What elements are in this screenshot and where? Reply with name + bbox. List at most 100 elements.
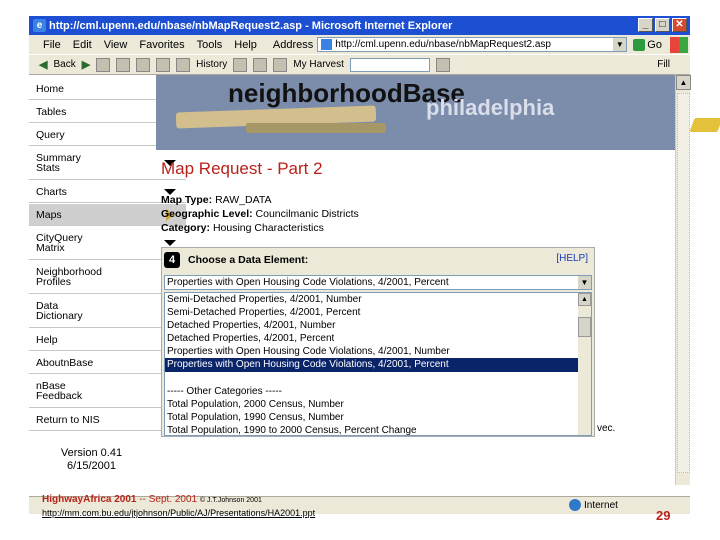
go-button[interactable]: Go (633, 38, 662, 51)
data-element-select[interactable]: Properties with Open Housing Code Violat… (164, 275, 592, 290)
menu-edit[interactable]: Edit (67, 39, 98, 51)
globe-icon (569, 499, 581, 511)
edit-icon[interactable] (273, 57, 288, 72)
window-titlebar: e http://cml.upenn.edu/nbase/nbMapReques… (29, 16, 690, 35)
close-button[interactable]: ✕ (672, 18, 687, 32)
minimize-button[interactable]: _ (638, 18, 653, 32)
version-info: Version 0.41 6/15/2001 (29, 447, 154, 473)
list-item-selected[interactable]: Properties with Open Housing Code Violat… (165, 358, 591, 372)
nav-item-data-dictionary[interactable]: Data Dictionary (29, 295, 154, 328)
scroll-up-icon[interactable]: ▲ (676, 75, 691, 90)
decorative-swoosh (689, 118, 720, 132)
back-arrow-icon[interactable]: ◀ (39, 58, 47, 71)
nav-label: Data Dictionary (36, 300, 83, 322)
browser-toolbar: ◀ Back ▶ History My Harvest Fill (29, 54, 690, 75)
address-field[interactable]: http://cml.upenn.edu/nbase/nbMapRequest2… (317, 37, 628, 52)
step-label: Choose a Data Element: (188, 253, 309, 266)
go-arrow-icon (633, 38, 646, 51)
menu-file[interactable]: File (29, 39, 67, 51)
slide-footer: HighwayAfrica 2001 -- Sept. 2001 © J.T.J… (42, 494, 262, 505)
list-item[interactable]: Semi-Detached Properties, 4/2001, Number (165, 293, 591, 306)
list-item[interactable]: Total Population, 2000 Census, Number (165, 398, 591, 411)
map-graphic-shadow (246, 123, 386, 133)
nav-item-charts[interactable]: Charts (29, 181, 154, 203)
forward-arrow-icon[interactable]: ▶ (82, 58, 90, 71)
nav-item-query[interactable]: Query (29, 124, 154, 146)
list-item[interactable]: Properties with Open Housing Code Violat… (165, 345, 591, 358)
nav-item-tables[interactable]: Tables (29, 101, 154, 123)
page-scroll-thumb[interactable] (677, 93, 690, 473)
nav-label: Maps (36, 208, 62, 221)
list-item[interactable]: Detached Properties, 4/2001, Number (165, 319, 591, 332)
ie-logo-icon: e (33, 19, 46, 32)
security-zone: Internet (569, 499, 618, 511)
harvest-label[interactable]: My Harvest (293, 59, 344, 70)
nav-item-summary-stats[interactable]: Summary Stats (29, 147, 154, 180)
menu-favorites[interactable]: Favorites (133, 39, 190, 51)
category-value: Housing Characteristics (212, 222, 324, 234)
chevron-down-icon[interactable]: ▼ (578, 276, 591, 289)
menu-view[interactable]: View (98, 39, 134, 51)
footer-copyright: © J.T.Johnson 2001 (199, 497, 262, 504)
nav-item-feedback[interactable]: nBase Feedback (29, 375, 154, 408)
mail-icon[interactable] (233, 57, 248, 72)
search-companion-icon[interactable] (435, 57, 450, 72)
site-logo-subtitle: philadelphia (426, 95, 555, 120)
windows-logo-icon (669, 36, 688, 53)
list-item[interactable]: Total Population, 1990 Census, Number (165, 411, 591, 424)
list-scrollbar[interactable]: ▲ (578, 293, 591, 435)
print-icon[interactable] (253, 57, 268, 72)
favorites-icon[interactable] (176, 57, 191, 72)
version-number: Version 0.41 (60, 447, 123, 459)
menu-bar: File Edit View Favorites Tools Help Addr… (29, 35, 690, 54)
slide-number: 29 (656, 508, 671, 523)
nav-item-return-nis[interactable]: Return to NIS (29, 409, 154, 431)
history-label[interactable]: History (196, 59, 227, 70)
trailing-text: vec. (597, 423, 616, 434)
refresh-icon[interactable] (116, 57, 131, 72)
nav-label: Return to NIS (36, 413, 100, 426)
data-element-list[interactable]: Semi-Detached Properties, 4/2001, Number… (164, 292, 592, 436)
nav-label: AboutnBase (36, 356, 94, 369)
nav-label: Neighborhood Profiles (36, 266, 102, 288)
geo-level-value: Councilmanic Districts (255, 208, 359, 220)
maximize-button[interactable]: □ (655, 18, 670, 32)
search-icon[interactable] (156, 57, 171, 72)
nav-item-help[interactable]: Help (29, 329, 154, 351)
fill-label[interactable]: Fill (657, 59, 670, 70)
harvest-field[interactable] (349, 57, 430, 72)
nav-item-home[interactable]: Home (29, 78, 154, 100)
footer-date: -- Sept. 2001 (139, 494, 198, 505)
page-scrollbar[interactable]: ▲ (675, 75, 691, 485)
nav-label: Summary Stats (36, 152, 81, 174)
nav-item-cityquery-matrix[interactable]: CityQuery Matrix (29, 227, 154, 260)
nav-label: nBase Feedback (36, 380, 83, 402)
category-label: Category: (161, 222, 211, 234)
step-number-badge: 4 (164, 251, 180, 268)
help-link[interactable]: [HELP] (556, 253, 588, 264)
request-summary: Map Type: RAW_DATA Geographic Level: Cou… (161, 193, 359, 235)
nav-item-neighborhood-profiles[interactable]: Neighborhood Profiles (29, 261, 154, 294)
address-dropdown-button[interactable]: ▼ (613, 38, 627, 51)
home-icon[interactable] (136, 57, 151, 72)
menu-tools[interactable]: Tools (191, 39, 229, 51)
page-title: Map Request - Part 2 (161, 159, 323, 178)
list-item[interactable]: Detached Properties, 4/2001, Percent (165, 332, 591, 345)
back-label[interactable]: Back (53, 59, 75, 70)
geo-level-label: Geographic Level: (161, 208, 253, 220)
scroll-up-icon[interactable]: ▲ (578, 293, 591, 306)
chevron-down-icon (164, 240, 176, 246)
footer-title: HighwayAfrica 2001 (42, 494, 137, 505)
menu-help[interactable]: Help (228, 39, 263, 51)
list-item[interactable]: Semi-Detached Properties, 4/2001, Percen… (165, 306, 591, 319)
scroll-thumb[interactable] (578, 317, 591, 337)
footer-url[interactable]: http://mm.com.bu.edu/jtjohnson/Public/AJ… (42, 508, 315, 518)
list-item[interactable]: Total Population, 1990 to 2000 Census, P… (165, 424, 591, 435)
list-item-category-header[interactable]: ----- Other Categories ----- (165, 385, 591, 398)
selected-data-element: Properties with Open Housing Code Violat… (167, 277, 449, 288)
list-item[interactable] (165, 372, 591, 385)
nav-item-maps[interactable]: Maps (29, 204, 154, 226)
nav-item-about[interactable]: AboutnBase (29, 352, 154, 374)
stop-icon[interactable] (96, 57, 111, 72)
nav-label: Help (36, 333, 58, 346)
